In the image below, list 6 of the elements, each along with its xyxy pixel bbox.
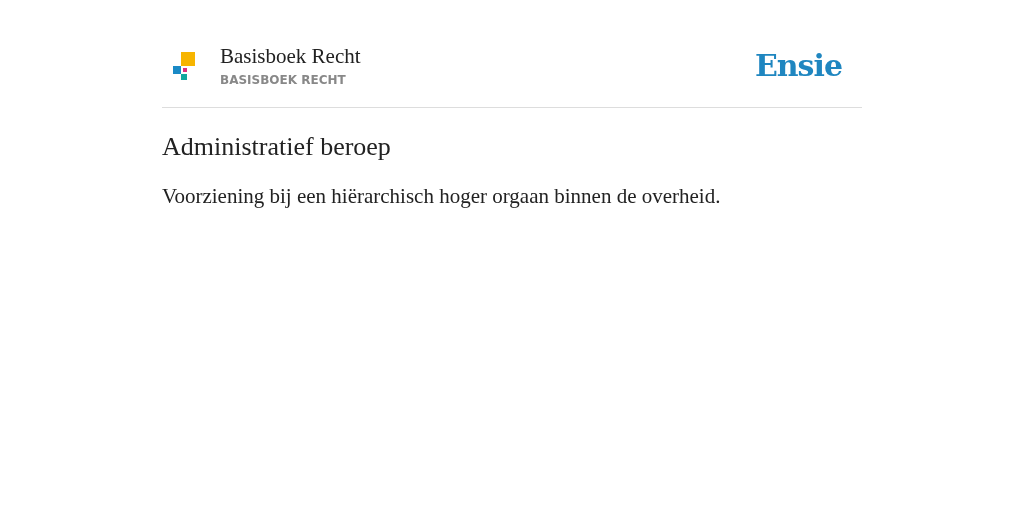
term-heading: Administratief beroep — [162, 132, 392, 162]
definition-text: Voorziening bij een hiërarchisch hoger orgaan binnen de overheid. — [162, 184, 722, 209]
logo-icon — [172, 51, 196, 80]
book-title: Basisboek Recht — [220, 44, 362, 69]
brand-logo[interactable]: Ensie — [754, 48, 842, 83]
book-subtitle: BASISBOEK RECHT — [220, 73, 347, 87]
